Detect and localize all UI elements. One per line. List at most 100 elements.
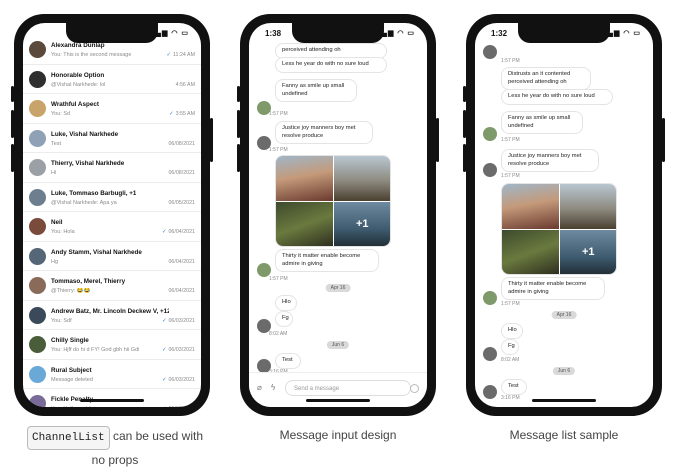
attachment-icon[interactable]: ⌀ (257, 383, 262, 392)
gallery-image[interactable] (502, 230, 559, 274)
channel-timestamp-wrap: ✓06/03/2021 (162, 406, 195, 407)
channel-preview: You: Sdf (51, 317, 72, 324)
avatar[interactable] (483, 385, 497, 399)
gallery-image[interactable] (276, 156, 333, 201)
read-check-icon: ✓ (162, 376, 167, 383)
message-bubble[interactable]: Justice joy manners boy met resolve prod… (501, 149, 599, 172)
avatar[interactable] (483, 127, 497, 141)
message-input-placeholder: Send a message (294, 386, 340, 392)
channel-name: Neil (51, 219, 63, 226)
read-check-icon: ✓ (162, 406, 166, 407)
channel-timestamp: 11:24 AM (173, 52, 195, 58)
date-separator: Apr 16 (325, 284, 351, 292)
message-timestamp: 1:57 PM (269, 147, 288, 153)
message-bubble[interactable]: Distrusts an it contented perceived atte… (501, 67, 591, 90)
channel-list-item[interactable]: Tommaso, Merel, Thierry @Thierry: 😂😂 06/04… (23, 271, 201, 301)
image-gallery[interactable]: +1 (275, 155, 391, 247)
message-timestamp: 1:57 PM (501, 301, 520, 307)
send-icon[interactable] (410, 384, 419, 393)
message-list: perceived attending oh Less he year do w… (249, 23, 427, 407)
gallery-image[interactable] (502, 184, 559, 229)
message-bubble[interactable]: Fg (275, 311, 293, 327)
avatar (29, 306, 46, 324)
avatar[interactable] (483, 45, 497, 59)
message-bubble[interactable]: Hlo (501, 323, 523, 339)
channel-preview: Message deleted (51, 376, 93, 383)
channel-name: Wrathful Aspect (51, 101, 99, 108)
message-text: Fg (508, 343, 515, 349)
message-list: 1:57 PM Distrusts an it contented percei… (475, 23, 653, 407)
message-bubble[interactable]: Hlo (275, 295, 297, 311)
channel-list-item[interactable]: Chilly Single You: Hjff do hi d FY! God g… (23, 330, 201, 360)
message-bubble[interactable]: Test (501, 379, 527, 395)
message-timestamp: 3:16 PM (501, 395, 520, 401)
channel-timestamp-wrap: ✓06/03/2021 (162, 347, 195, 353)
message-bubble[interactable]: Test (275, 353, 301, 369)
message-bubble[interactable]: Fg (501, 339, 519, 355)
channel-timestamp: 06/05/2021 (168, 199, 195, 206)
caption-message-input: Message input design (279, 428, 397, 442)
channel-preview: You: Hello world (51, 406, 91, 407)
avatar (29, 129, 46, 147)
date-separator: Jun 6 (552, 367, 576, 375)
channel-list-item[interactable]: Honorable Option @Vishal Narkhede: lol 4:5… (23, 65, 201, 94)
channel-name: Chilly Single (51, 337, 89, 344)
gallery-image[interactable] (560, 184, 616, 229)
channel-list-item[interactable]: Fickle PenaltyYou: Hello world✓06/03/202… (23, 389, 201, 407)
message-bubble[interactable]: Less he year do with no sure loud (501, 89, 613, 105)
lightning-icon[interactable]: ϟ (271, 383, 275, 392)
avatar[interactable] (483, 163, 497, 177)
avatar (29, 159, 46, 176)
more-images-label: +1 (582, 246, 595, 258)
message-bubble[interactable]: Fanny as smile up small undefined (501, 111, 583, 134)
channel-timestamp-wrap: 06/04/2021 (168, 288, 195, 294)
channel-list-item[interactable]: Thierry, Vishal Narkhede Hi 06/08/2021 (23, 153, 201, 183)
avatar (29, 70, 46, 88)
date-separator: Jun 6 (326, 341, 350, 349)
channel-preview: @Vishal Narkhede: Apa ya (51, 199, 117, 206)
message-bubble[interactable]: Justice joy manners boy met resolve prod… (275, 121, 373, 144)
channel-name: Alexandra Dunlap (51, 42, 105, 49)
channel-list-item[interactable]: Neil You: Hola ✓ 06/04/2021 (23, 212, 201, 242)
message-input[interactable]: Send a message (285, 380, 411, 396)
channel-list-item[interactable]: Luke, Tommaso Barbugli, +1 @Vishal Narkhe… (23, 183, 201, 212)
message-timestamp: 1:57 PM (501, 173, 520, 179)
message-text: Hlo (282, 299, 291, 305)
message-bubble[interactable]: Thirty it matter enable become admire in… (501, 277, 605, 300)
home-indicator (532, 399, 596, 402)
gallery-image[interactable] (276, 202, 333, 246)
status-time: 1:38 (265, 29, 282, 38)
read-check-icon: ✓ (162, 229, 167, 235)
message-bubble[interactable]: Less he year do with no sure loud (275, 57, 387, 73)
read-check-icon: ✓ (169, 111, 174, 117)
caption-text-line2: no props (91, 453, 139, 467)
gallery-image[interactable] (334, 156, 390, 201)
channel-list-item[interactable]: Rural Subject Message deleted ✓ 06/03/2021 (23, 360, 201, 389)
channel-list-item[interactable]: Wrathful Aspect You: Sd ✓ 3:55 AM (23, 94, 201, 124)
channel-list-item[interactable]: Andrew Batz, Mr. Lincoln Deckew V, +12 Yo… (23, 301, 201, 330)
avatar[interactable] (483, 291, 497, 305)
message-bubble[interactable]: Fanny as smile up small undefined (275, 79, 357, 102)
more-images-label: +1 (356, 218, 369, 230)
message-timestamp: 1:57 PM (269, 276, 288, 282)
message-text: perceived attending oh (282, 47, 341, 53)
channel-list-item[interactable]: Andy Stamm, Vishal Narkhede Hg 06/04/2021 (23, 242, 201, 271)
channel-preview: You: Sd (51, 111, 71, 117)
avatar[interactable] (257, 263, 271, 277)
message-text: Test (508, 383, 519, 389)
channel-timestamp: 4:56 AM (175, 81, 195, 88)
channel-name: Luke, Tommaso Barbugli, +1 (51, 189, 137, 197)
notch (518, 23, 610, 43)
image-gallery[interactable]: +1 (501, 183, 617, 275)
channel-timestamp-wrap: 06/05/2021 (168, 200, 195, 206)
date-separator: Apr 16 (551, 311, 577, 319)
message-timestamp: 8:02 AM (269, 331, 288, 337)
channel-timestamp: 06/03/2021 (168, 347, 195, 353)
avatar[interactable] (483, 347, 497, 361)
channel-preview: Test (51, 140, 62, 147)
channel-list-item[interactable]: Luke, Vishal Narkhede Test 06/08/2021 (23, 124, 201, 153)
message-bubble[interactable]: Thirty it matter enable become admire in… (275, 249, 379, 272)
channel-timestamp-wrap: 4:56 AM (176, 82, 195, 88)
channel-preview: Hi (51, 170, 57, 176)
channel-preview: You: Hola (51, 229, 75, 235)
